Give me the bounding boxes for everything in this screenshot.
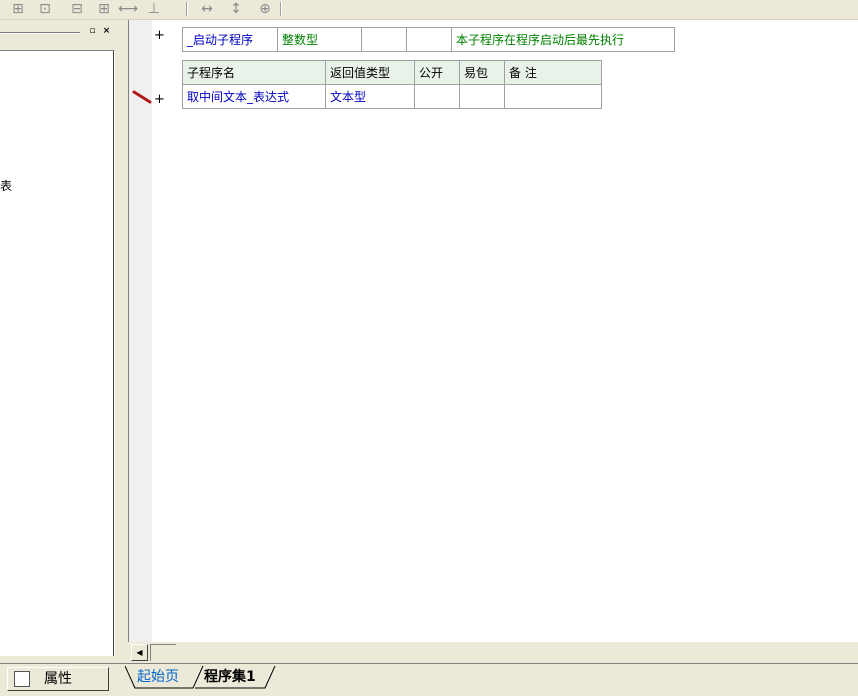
tab-start-page[interactable]: 起始页 — [137, 667, 179, 687]
col-width-icon[interactable]: ⟷ — [118, 1, 138, 17]
toolbar: ⊞ ⊡ ⊟ ⊞ ⟷ ⊥ ↔ ↕ ⊕ — [0, 0, 858, 20]
toolbar-separator — [186, 2, 188, 16]
restore-icon[interactable]: ▫ — [87, 26, 98, 37]
scroll-track[interactable] — [150, 644, 176, 661]
sub-note-cell[interactable] — [504, 84, 602, 109]
header-public: 公开 — [414, 60, 460, 85]
close-icon[interactable]: × — [101, 26, 112, 37]
properties-tab-label: 属性 — [44, 671, 72, 687]
sub-public-cell[interactable] — [414, 84, 460, 109]
table-expand-icon[interactable]: ⊕ — [256, 1, 274, 17]
table-split-icon[interactable]: ⊟ — [68, 1, 86, 17]
subroutine-table: 子程序名 返回值类型 公开 易包 备 注 取中间文本_表达式 文本型 — [182, 60, 602, 109]
program-empty-cell[interactable] — [406, 27, 452, 52]
program-empty-cell[interactable] — [361, 27, 407, 52]
bottom-tab-bar: 属性 起始页 程序集1 — [0, 663, 858, 696]
toolbar-separator — [280, 2, 282, 16]
expand-subroutine-icon[interactable]: + — [154, 92, 165, 107]
header-return-type: 返回值类型 — [325, 60, 415, 85]
table-row[interactable]: 取中间文本_表达式 文本型 — [182, 84, 602, 109]
header-easy: 易包 — [459, 60, 505, 85]
program-name-cell[interactable]: _启动子程序 — [182, 27, 278, 52]
left-panel: ▫ × 表 — [0, 20, 120, 662]
current-line-marker-icon — [132, 90, 152, 104]
left-panel-content[interactable]: 表 — [0, 50, 115, 656]
v-expand-icon[interactable]: ↕ — [228, 1, 244, 17]
program-table: _启动子程序 整数型 本子程序在程序启动后最先执行 — [182, 27, 675, 52]
table-header-row: 子程序名 返回值类型 公开 易包 备 注 — [182, 60, 602, 85]
properties-icon — [14, 671, 30, 687]
table-insert-col-icon[interactable]: ⊞ — [95, 1, 113, 17]
properties-tab[interactable]: 属性 — [7, 667, 109, 691]
program-note-cell[interactable]: 本子程序在程序启动后最先执行 — [451, 27, 675, 52]
sub-type-cell[interactable]: 文本型 — [325, 84, 415, 109]
tab-program-set-1[interactable]: 程序集1 — [204, 667, 256, 687]
left-panel-titlebar: ▫ × — [0, 26, 118, 40]
code-editor[interactable]: + _启动子程序 整数型 本子程序在程序启动后最先执行 子程序名 返回值类型 公… — [128, 20, 858, 642]
tree-item-fragment[interactable]: 表 — [0, 177, 12, 194]
expand-program-icon[interactable]: + — [154, 28, 165, 43]
sub-easy-cell[interactable] — [459, 84, 505, 109]
sub-name-cell[interactable]: 取中间文本_表达式 — [182, 84, 326, 109]
editor-gutter — [129, 20, 152, 642]
header-sub-name: 子程序名 — [182, 60, 326, 85]
row-height-icon[interactable]: ⊥ — [145, 1, 163, 17]
table-cell-icon[interactable]: ⊞ — [10, 1, 26, 17]
titlebar-grip — [0, 32, 80, 34]
h-expand-icon[interactable]: ↔ — [198, 1, 216, 17]
horizontal-scrollbar[interactable]: ◀ — [128, 642, 858, 662]
header-note: 备 注 — [504, 60, 602, 85]
scroll-left-icon[interactable]: ◀ — [131, 644, 148, 661]
table-merge-icon[interactable]: ⊡ — [37, 1, 53, 17]
program-type-cell[interactable]: 整数型 — [277, 27, 362, 52]
